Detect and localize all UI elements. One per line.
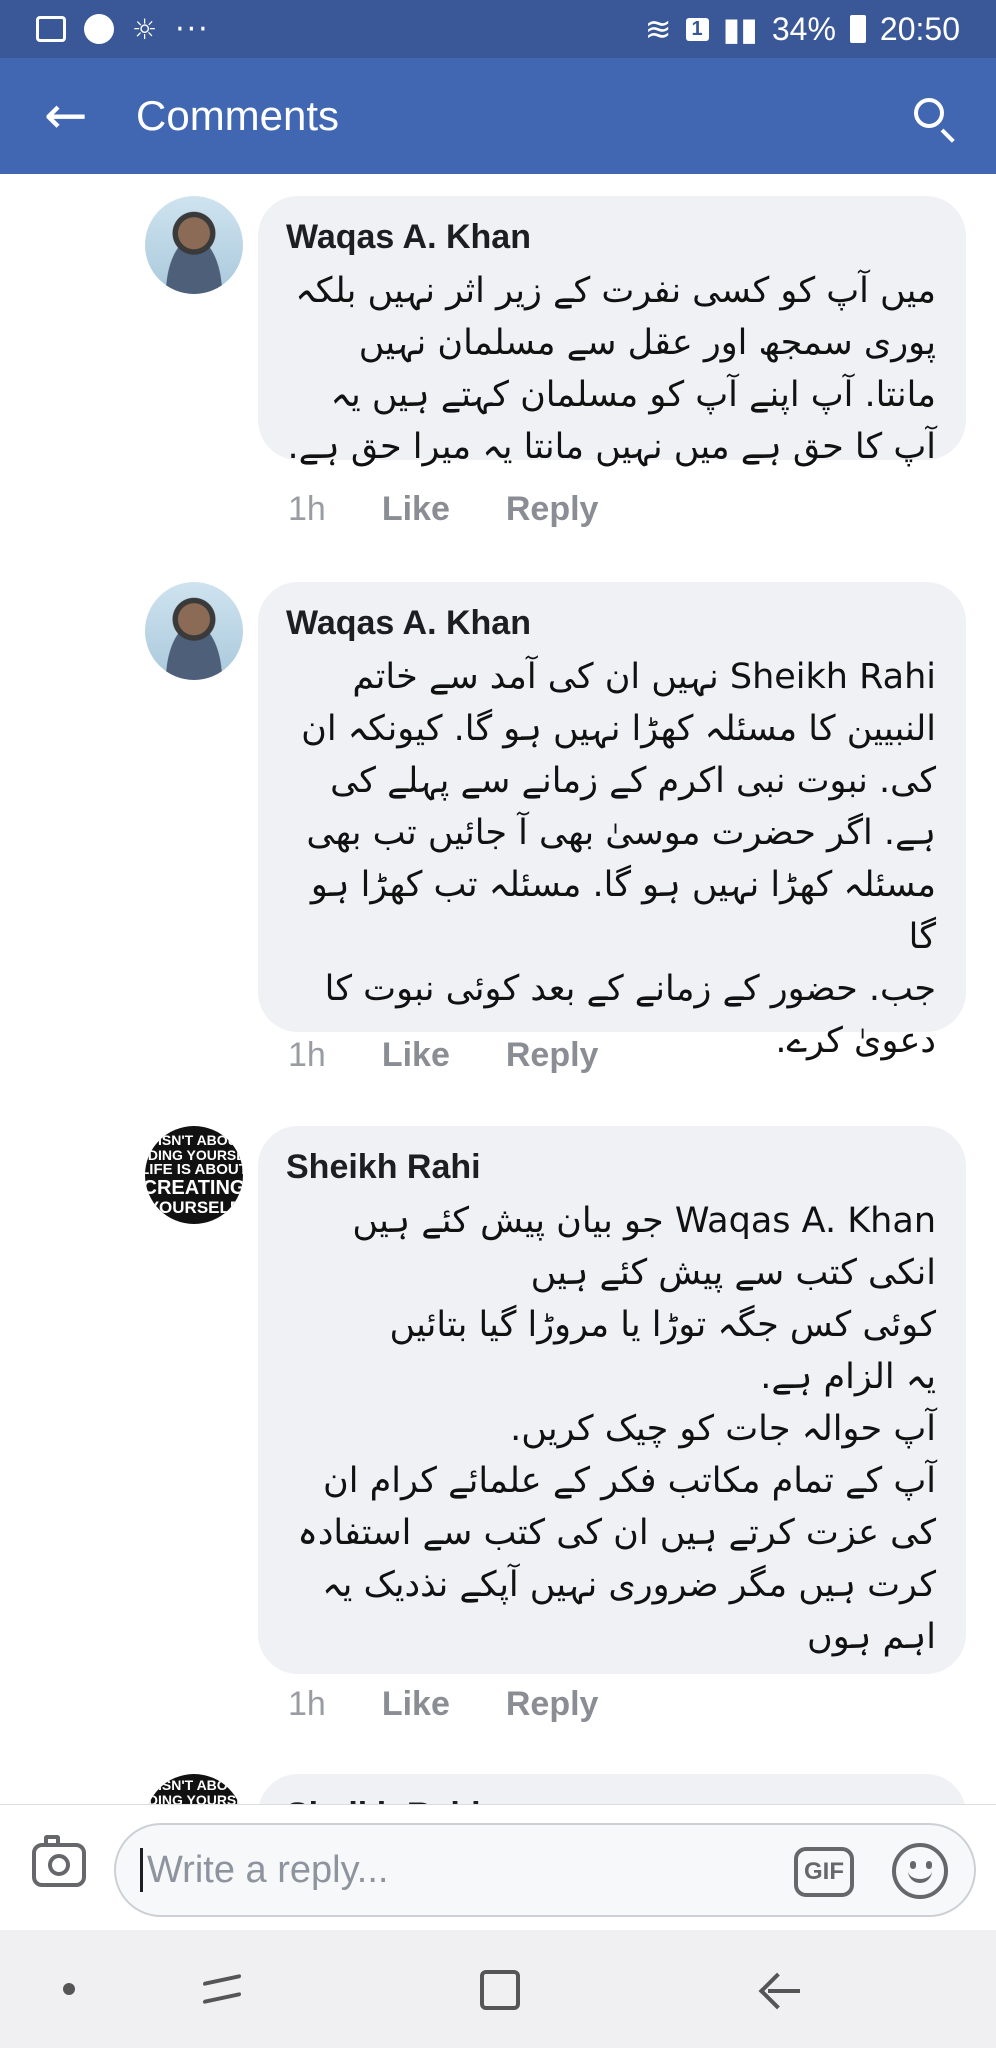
comment-bubble[interactable]: Waqas A. Khan میں آپ کو کسی نفرت کے زیر …	[258, 196, 966, 467]
page-title: Comments	[136, 92, 340, 139]
search-button[interactable]	[876, 58, 996, 174]
gif-button[interactable]: GIF	[794, 1847, 854, 1897]
comment-actions: 1h Like Reply	[288, 1036, 598, 1075]
back-button[interactable]: ←	[0, 58, 136, 174]
dot-icon	[63, 1983, 75, 1995]
like-button[interactable]: Like	[382, 1036, 450, 1075]
arrow-left-icon: ←	[44, 86, 88, 146]
comment-text: میں آپ کو کسی نفرت کے زیر اثر نہیں بلکہ …	[287, 271, 936, 467]
camera-icon	[48, 1854, 70, 1876]
comment-thread[interactable]: Waqas A. Khan میں آپ کو کسی نفرت کے زیر …	[0, 174, 996, 1804]
reply-input[interactable]: Write a reply... GIF	[114, 1823, 976, 1917]
reply-button[interactable]: Reply	[506, 490, 599, 529]
comment-author[interactable]: Waqas A. Khan	[286, 218, 936, 257]
comment-time: 1h	[288, 1036, 326, 1074]
more-notifications-icon: ···	[175, 11, 210, 47]
clock: 20:50	[879, 10, 960, 47]
avatar[interactable]	[145, 582, 243, 680]
home-icon[interactable]	[480, 1970, 520, 2010]
messenger-notification-icon	[84, 14, 114, 44]
like-button[interactable]: Like	[382, 490, 450, 529]
back-nav-icon[interactable]	[762, 1974, 802, 2006]
reply-placeholder: Write a reply...	[147, 1848, 389, 1891]
reply-button[interactable]: Reply	[506, 1685, 599, 1724]
battery-percent: 34%	[771, 10, 836, 47]
comment-author[interactable]: Waqas A. Khan	[286, 604, 936, 643]
avatar[interactable]: IT ISN'T ABOUT FINDING YOURSELF	[145, 1774, 243, 1804]
comment-author[interactable]: Sheikh Rahi	[286, 1148, 936, 1187]
recents-icon[interactable]	[203, 1970, 245, 2006]
comment-actions: 1h Like Reply	[288, 490, 598, 529]
smiley-icon[interactable]	[892, 1843, 948, 1899]
gallery-notification-icon	[36, 16, 66, 42]
comment-bubble[interactable]: Sheikh Rahi Waqas A. Khan جو بیان پیش کئ…	[258, 1126, 966, 1674]
comment-bubble[interactable]: Sheikh Rahi	[258, 1774, 966, 1804]
signal-icon: ▮▮	[722, 11, 758, 47]
camera-button[interactable]	[32, 1835, 86, 1887]
search-icon	[914, 98, 944, 128]
comment-author[interactable]: Sheikh Rahi	[286, 1796, 936, 1804]
status-bar: ☼ ··· ≋ 1 ▮▮ 34% 20:50	[0, 0, 996, 58]
sun-notification-icon: ☼	[132, 12, 158, 46]
avatar[interactable]: IT ISN'T ABOUT FINDING YOURSELF LIFE IS …	[145, 1126, 243, 1224]
like-button[interactable]: Like	[382, 1685, 450, 1724]
wifi-icon: ≋	[644, 11, 672, 47]
comment-bubble[interactable]: Waqas A. Khan Sheikh Rahi نہیں ان کی آمد…	[258, 582, 966, 1061]
comment-time: 1h	[288, 490, 326, 528]
comment-text: Waqas A. Khan جو بیان پیش کئے ہیں انکی ک…	[297, 1201, 936, 1657]
comment-text: Sheikh Rahi نہیں ان کی آمد سے خاتم النبی…	[301, 657, 936, 1061]
app-bar: ← Comments	[0, 58, 996, 174]
system-nav-bar	[0, 1930, 996, 2048]
reply-composer: Write a reply... GIF	[0, 1804, 996, 1930]
avatar[interactable]	[145, 196, 243, 294]
nav-dot-button[interactable]	[0, 1930, 150, 2048]
reply-button[interactable]: Reply	[506, 1036, 599, 1075]
comment-time: 1h	[288, 1685, 326, 1723]
sim-slot-badge: 1	[685, 17, 709, 41]
comment-actions: 1h Like Reply	[288, 1685, 598, 1724]
battery-icon	[849, 15, 866, 43]
